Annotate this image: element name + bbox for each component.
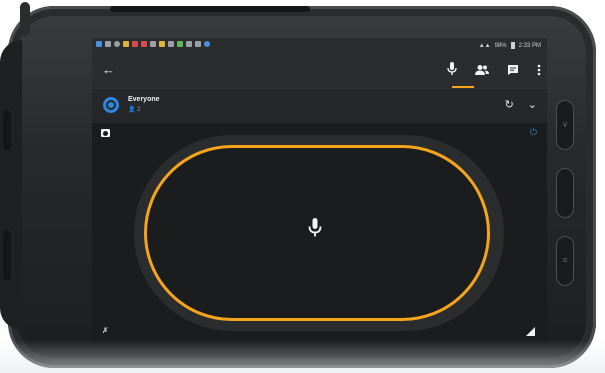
message-icon[interactable] bbox=[507, 63, 519, 81]
screen: ▲▲ 98% 2:33 PM ← Everyone � bbox=[92, 38, 547, 344]
hardware-back-key[interactable]: ∨ bbox=[556, 100, 574, 150]
app-bar: ← bbox=[92, 54, 547, 88]
photo-glare bbox=[0, 340, 605, 373]
hardware-recents-key[interactable]: ≡ bbox=[556, 236, 574, 286]
member-count: 👤 2 bbox=[128, 106, 141, 113]
channel-selector[interactable]: Everyone 👤 2 ↻ ⌄ bbox=[92, 88, 547, 123]
microphone-icon bbox=[308, 218, 322, 243]
refresh-icon[interactable]: ↻ bbox=[505, 98, 514, 111]
more-vert-icon[interactable] bbox=[537, 63, 541, 81]
side-port bbox=[3, 230, 11, 280]
bluetooth-icon: ✗ bbox=[102, 326, 109, 335]
member-count-value: 2 bbox=[137, 107, 141, 113]
network-signal-icon bbox=[526, 327, 535, 336]
person-icon: 👤 bbox=[128, 107, 136, 113]
camera-icon[interactable] bbox=[101, 129, 110, 137]
hardware-home-key[interactable] bbox=[556, 168, 574, 218]
device-antenna bbox=[20, 2, 30, 36]
contacts-icon[interactable] bbox=[475, 63, 489, 81]
chevron-down-icon[interactable]: ⌄ bbox=[528, 98, 537, 111]
microphone-icon[interactable] bbox=[447, 62, 457, 81]
status-right: ▲▲ 98% 2:33 PM bbox=[479, 42, 541, 49]
notification-icons bbox=[96, 41, 210, 47]
device-top-edge bbox=[110, 6, 310, 12]
back-arrow-icon[interactable]: ← bbox=[102, 62, 115, 77]
app-bar-actions bbox=[447, 62, 541, 81]
ptt-area: ⏻ ✗ bbox=[92, 123, 547, 344]
battery-level: 98% bbox=[494, 42, 507, 49]
power-icon[interactable]: ⏻ bbox=[530, 127, 537, 138]
device-left-bumper bbox=[0, 40, 22, 330]
wifi-signal-icon: ▲▲ bbox=[478, 42, 491, 49]
channel-actions: ↻ ⌄ bbox=[505, 98, 537, 111]
side-port bbox=[3, 110, 11, 150]
clock: 2:33 PM bbox=[518, 42, 541, 49]
channel-name: Everyone bbox=[128, 96, 160, 103]
status-bar: ▲▲ 98% 2:33 PM bbox=[92, 38, 547, 54]
channel-icon bbox=[103, 97, 119, 113]
battery-icon bbox=[510, 42, 515, 49]
